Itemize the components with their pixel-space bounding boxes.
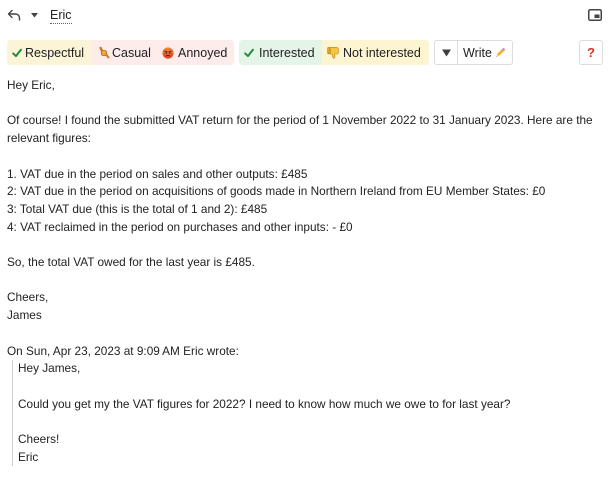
interest-button-group: Interested Not interested — [239, 40, 429, 65]
signature: James — [7, 308, 42, 323]
chevron-down-icon[interactable] — [31, 13, 38, 18]
vat-figure-line: 3: Total VAT due (this is the total of 1… — [7, 201, 268, 216]
not-interested-label: Not interested — [343, 45, 421, 60]
check-icon — [244, 48, 254, 57]
thumbs-down-icon — [327, 47, 339, 59]
greeting: Hey Eric, — [7, 78, 55, 92]
angry-face-icon — [162, 46, 174, 59]
vat-figure-line: 4: VAT reclaimed in the period on purcha… — [7, 219, 353, 234]
quoted-signature: Eric — [18, 449, 39, 464]
pencil-icon — [496, 47, 506, 57]
signoff: Cheers, — [7, 290, 49, 305]
tone-respectful-button[interactable]: Respectful — [7, 40, 92, 65]
tone-casual-button[interactable]: Casual — [92, 40, 157, 65]
vat-figure-line: 1. VAT due in the period on sales and ot… — [7, 166, 308, 181]
tone-annoyed-button[interactable]: Annoyed — [157, 40, 234, 65]
recipient-name[interactable]: Eric — [50, 7, 72, 24]
quoted-closing: Cheers! Eric — [18, 431, 612, 466]
write-button-group: Write — [434, 40, 513, 65]
tone-annoyed-label: Annoyed — [178, 45, 228, 60]
tone-button-group: Respectful Casual Annoyed — [7, 40, 234, 65]
vat-figures-list: 1. VAT due in the period on sales and ot… — [7, 166, 612, 237]
intro-paragraph: Of course! I found the submitted VAT ret… — [7, 113, 593, 146]
quoted-greeting: Hey James, — [18, 361, 81, 376]
reply-icon[interactable] — [7, 9, 21, 21]
vat-figure-line: 2: VAT due in the period on acquisitions… — [7, 184, 546, 199]
help-button[interactable]: ? — [579, 40, 603, 65]
quoted-signoff: Cheers! — [18, 432, 60, 447]
write-button[interactable]: Write — [458, 41, 512, 64]
reply-body[interactable]: Hey Eric, Of course! I found the submitt… — [7, 77, 612, 467]
check-icon — [12, 48, 22, 57]
closing: Cheers, James — [7, 289, 612, 324]
quoted-body: Could you get my the VAT figures for 202… — [18, 396, 511, 411]
summary-line: So, the total VAT owed for the last year… — [7, 255, 255, 270]
triangle-down-icon — [441, 49, 451, 56]
quote-attribution: On Sun, Apr 23, 2023 at 9:09 AM Eric wro… — [7, 343, 239, 358]
not-interested-button[interactable]: Not interested — [322, 40, 429, 65]
interested-label: Interested — [259, 45, 315, 60]
tone-casual-label: Casual — [112, 45, 151, 60]
casual-icon — [99, 46, 110, 59]
more-options-button[interactable] — [435, 41, 458, 64]
write-label: Write — [463, 45, 492, 60]
interested-button[interactable]: Interested — [239, 40, 322, 65]
quoted-message: Hey James, Could you get my the VAT figu… — [12, 360, 612, 467]
popout-icon[interactable] — [588, 9, 602, 21]
tone-respectful-label: Respectful — [25, 45, 85, 60]
